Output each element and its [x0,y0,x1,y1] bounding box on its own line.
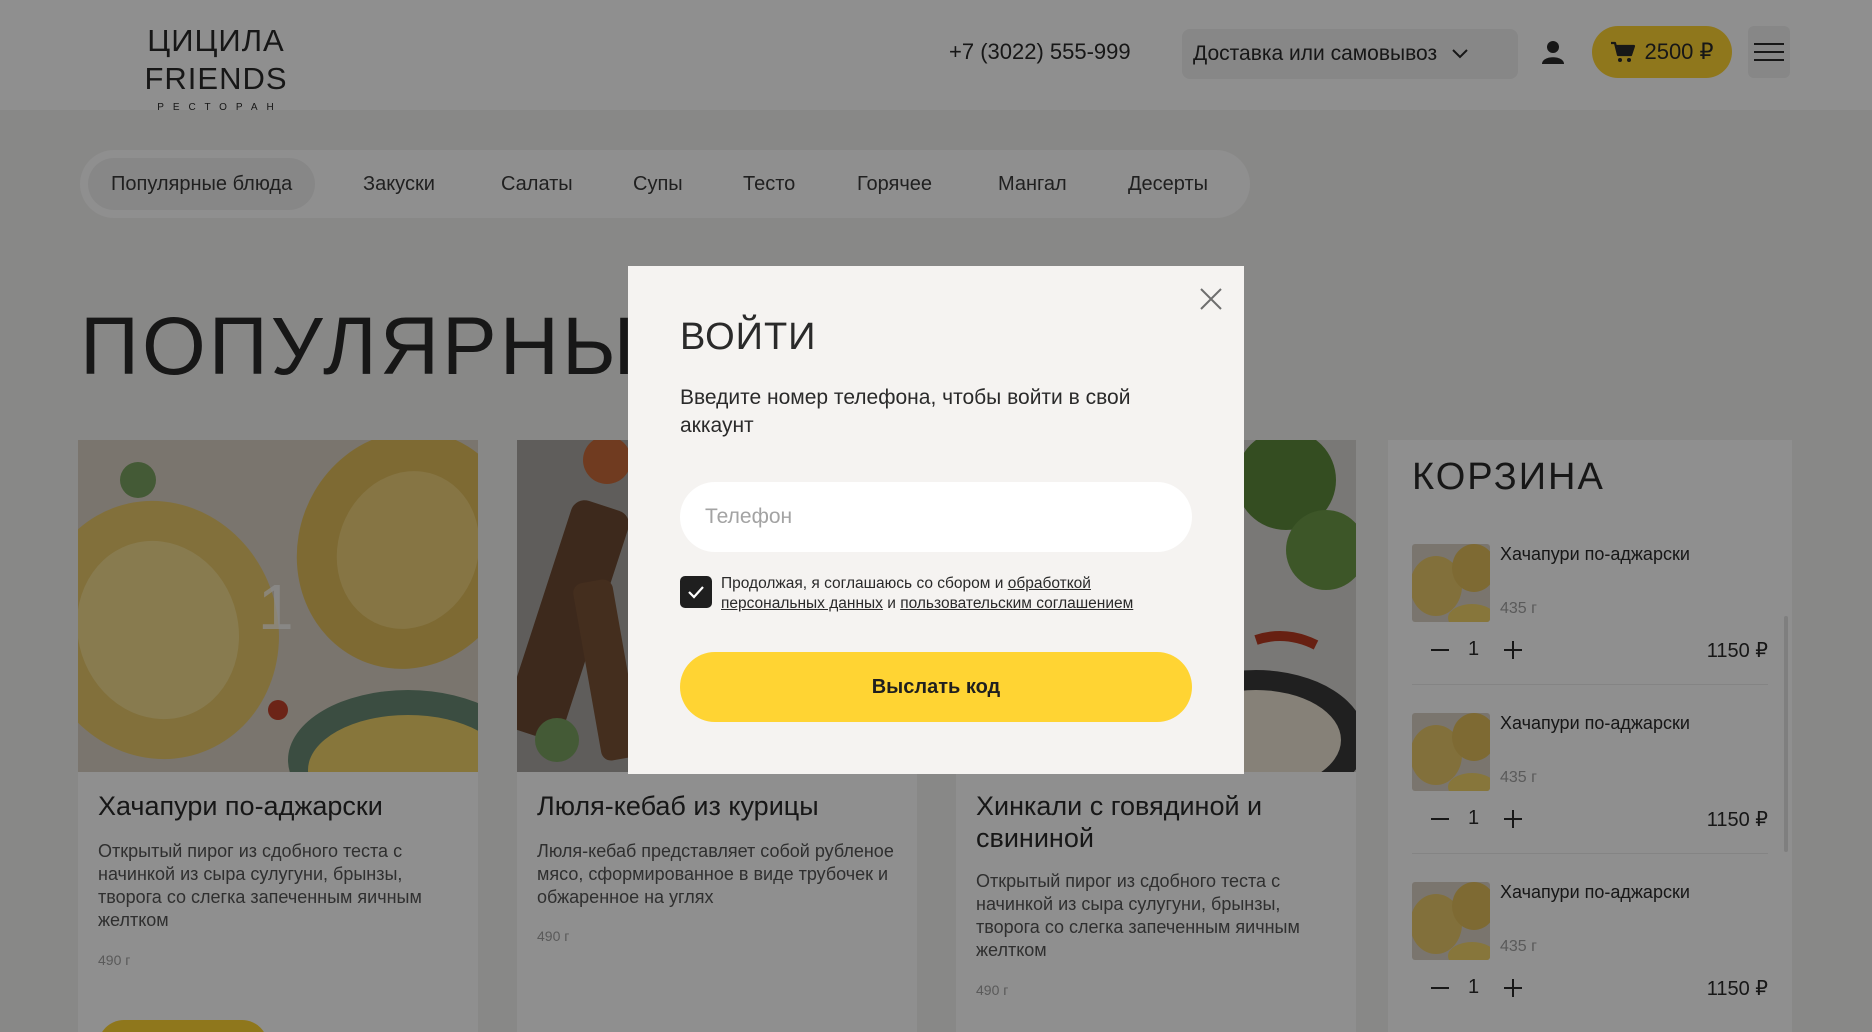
modal-description: Введите номер телефона, чтобы войти в св… [680,386,1131,437]
user-agreement-link[interactable]: пользовательским соглашением [900,595,1133,612]
consent-text: Продолжая, я соглашаюсь со сбором и обра… [721,574,1191,614]
consent-checkbox[interactable] [680,576,712,608]
consent-prefix: Продолжая, я соглашаюсь со сбором и [721,575,1004,592]
login-modal: ВОЙТИ Введите номер телефона, чтобы войт… [628,266,1244,774]
send-code-button[interactable]: Выслать код [680,652,1192,722]
phone-input[interactable] [680,482,1192,552]
modal-title: ВОЙТИ [680,316,817,358]
consent-and: и [887,595,896,612]
checkmark-icon [687,585,705,599]
close-icon[interactable] [1196,284,1226,314]
